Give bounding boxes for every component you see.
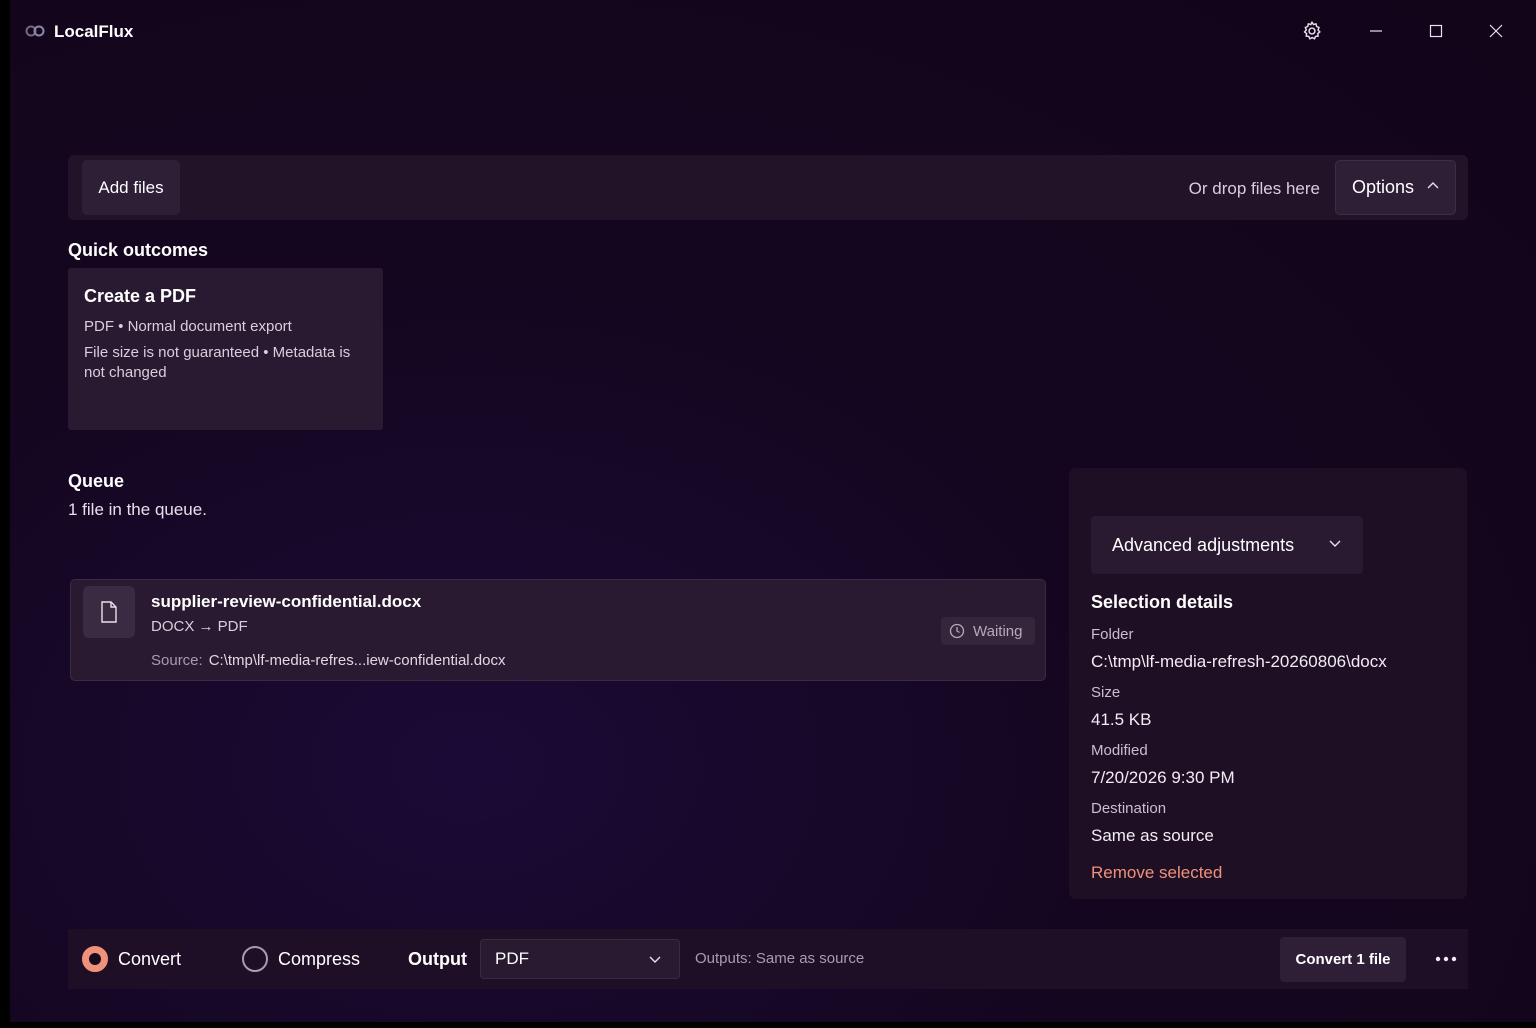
convert-radio-label: Convert bbox=[118, 948, 182, 969]
queue-item[interactable]: supplier-review-confidential.docx DOCX →… bbox=[70, 579, 1046, 681]
output-format-select[interactable]: PDF bbox=[480, 939, 680, 979]
chevron-down-icon bbox=[1329, 540, 1341, 547]
options-label: Options bbox=[1352, 177, 1415, 197]
quick-outcomes-title: Quick outcomes bbox=[68, 240, 209, 260]
remove-selected-link[interactable]: Remove selected bbox=[1091, 863, 1222, 883]
outputs-hint: Outputs: Same as source bbox=[695, 950, 865, 967]
convert-radio[interactable]: Convert bbox=[82, 946, 181, 972]
size-label: Size bbox=[1091, 684, 1121, 701]
minimize-button[interactable] bbox=[1358, 14, 1394, 48]
drop-hint: Or drop files here bbox=[1188, 179, 1320, 198]
source-label: Source: bbox=[151, 652, 203, 669]
maximize-button[interactable] bbox=[1418, 14, 1454, 48]
bottom-action-bar: Convert Compress Output PDF Outputs: Sam… bbox=[68, 929, 1468, 989]
modified-label: Modified bbox=[1091, 742, 1148, 759]
options-button[interactable]: Options bbox=[1335, 160, 1456, 215]
quick-outcome-title: Create a PDF bbox=[84, 286, 197, 306]
status-text: Waiting bbox=[973, 622, 1023, 640]
modified-value: 7/20/2026 9:30 PM bbox=[1091, 768, 1235, 787]
close-button[interactable] bbox=[1478, 14, 1514, 48]
output-label: Output bbox=[408, 949, 467, 969]
advanced-adjustments-label: Advanced adjustments bbox=[1112, 534, 1295, 555]
document-icon bbox=[101, 601, 117, 623]
quick-outcome-notes: File size is not guaranteed • Metadata i… bbox=[84, 344, 351, 381]
radio-unselected-indicator bbox=[242, 946, 268, 972]
destination-label: Destination bbox=[1091, 800, 1167, 817]
size-value: 41.5 KB bbox=[1091, 710, 1152, 729]
source-path: C:\tmp\lf-media-refres...iew-confidentia… bbox=[208, 652, 506, 669]
queue-title: Queue bbox=[68, 471, 125, 491]
folder-value: C:\tmp\lf-media-refresh-20260806\docx bbox=[1091, 652, 1387, 671]
chevron-up-icon bbox=[1427, 182, 1439, 189]
compress-radio-label: Compress bbox=[278, 948, 361, 969]
more-options-button[interactable] bbox=[1424, 943, 1468, 975]
compress-radio[interactable]: Compress bbox=[242, 946, 360, 972]
status-badge: Waiting bbox=[941, 617, 1035, 645]
quick-outcome-format: PDF • Normal document export bbox=[84, 318, 292, 335]
quick-outcome-card-create-pdf[interactable]: Create a PDF PDF • Normal document expor… bbox=[68, 268, 383, 430]
destination-value: Same as source bbox=[1091, 826, 1214, 845]
chevron-down-icon bbox=[649, 956, 661, 963]
selection-details-panel: Advanced adjustments Selection details F… bbox=[1069, 468, 1467, 899]
queue-count: 1 file in the queue. bbox=[68, 500, 207, 519]
advanced-adjustments-button[interactable]: Advanced adjustments bbox=[1091, 516, 1363, 574]
add-files-button[interactable]: Add files bbox=[82, 160, 180, 215]
maximize-icon bbox=[1429, 24, 1443, 38]
more-horizontal-icon bbox=[1435, 956, 1457, 962]
file-drop-bar[interactable]: Add files Or drop files here Options bbox=[68, 155, 1468, 220]
file-icon-container bbox=[83, 586, 135, 638]
convert-files-button[interactable]: Convert 1 file bbox=[1280, 937, 1406, 982]
settings-button[interactable] bbox=[1294, 14, 1330, 48]
clock-icon bbox=[949, 623, 965, 639]
minimize-icon bbox=[1370, 30, 1382, 32]
close-icon bbox=[1489, 24, 1503, 38]
folder-label: Folder bbox=[1091, 626, 1134, 643]
app-window: LocalFlux Add files Or drop files here O… bbox=[10, 0, 1536, 1022]
radio-selected-indicator bbox=[82, 946, 108, 972]
queue-item-conversion: DOCX → PDF bbox=[151, 618, 248, 635]
output-format-value: PDF bbox=[495, 949, 529, 968]
app-title: LocalFlux bbox=[54, 22, 134, 41]
app-logo-icon bbox=[25, 25, 45, 37]
gear-icon bbox=[1303, 20, 1321, 40]
queue-item-source: Source: C:\tmp\lf-media-refres...iew-conf… bbox=[151, 652, 505, 669]
queue-item-name: supplier-review-confidential.docx bbox=[151, 592, 422, 611]
selection-details-title: Selection details bbox=[1091, 592, 1234, 612]
title-bar: LocalFlux bbox=[10, 0, 1536, 62]
